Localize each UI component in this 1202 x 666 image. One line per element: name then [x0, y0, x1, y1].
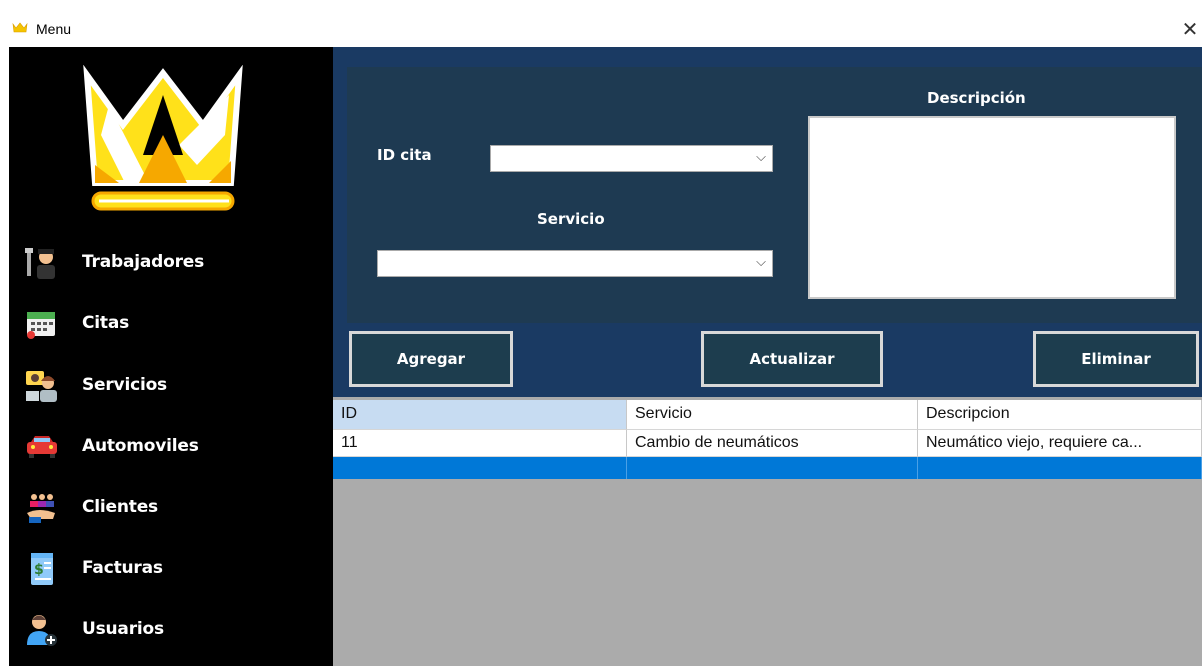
- column-header-id[interactable]: ID: [333, 400, 627, 430]
- sidebar: Trabajadores Citas Servicios Automoviles…: [9, 47, 333, 666]
- crown-logo: [83, 65, 243, 211]
- sidebar-item-trabajadores[interactable]: Trabajadores: [9, 240, 333, 290]
- id-cita-label: ID cita: [377, 146, 432, 164]
- window-title: Menu: [36, 21, 72, 37]
- column-header-servicio[interactable]: Servicio: [627, 400, 918, 430]
- app-crown-icon: [12, 22, 28, 33]
- sidebar-item-clientes[interactable]: Clientes: [9, 485, 333, 535]
- sidebar-item-label: Trabajadores: [82, 252, 205, 272]
- agregar-button[interactable]: Agregar: [349, 331, 513, 387]
- descripcion-label: Descripción: [927, 89, 1026, 107]
- table-cell-selected[interactable]: [333, 457, 627, 479]
- actualizar-button[interactable]: Actualizar: [701, 331, 883, 387]
- servicio-label: Servicio: [537, 210, 605, 228]
- chevron-down-icon: ⌵: [756, 150, 766, 165]
- sidebar-item-automoviles[interactable]: Automoviles: [9, 424, 333, 474]
- car-icon: [27, 436, 57, 458]
- servicio-combobox[interactable]: ⌵: [377, 250, 773, 277]
- table-cell[interactable]: Cambio de neumáticos: [627, 430, 918, 457]
- sidebar-item-label: Clientes: [82, 497, 158, 517]
- eliminar-button[interactable]: Eliminar: [1033, 331, 1199, 387]
- sidebar-item-usuarios[interactable]: Usuarios: [9, 607, 333, 657]
- table-cell[interactable]: Neumático viejo, requiere ca...: [918, 430, 1202, 457]
- table-cell-selected[interactable]: [918, 457, 1202, 479]
- sidebar-item-servicios[interactable]: Servicios: [9, 363, 333, 413]
- main-panel: ID cita ⌵ Servicio ⌵ Descripción Agregar…: [333, 47, 1202, 397]
- sidebar-item-citas[interactable]: Citas: [9, 301, 333, 351]
- worker-icon: [25, 248, 55, 279]
- chevron-down-icon: ⌵: [756, 255, 766, 270]
- svg-text:$: $: [34, 562, 44, 578]
- user-add-icon: [27, 615, 57, 646]
- sidebar-item-label: Facturas: [82, 558, 163, 578]
- descripcion-textarea[interactable]: [808, 116, 1176, 299]
- calendar-icon: [27, 312, 55, 339]
- data-grid[interactable]: ID Servicio Descripcion 11 Cambio de neu…: [333, 397, 1202, 666]
- sidebar-item-label: Usuarios: [82, 619, 164, 639]
- support-agent-icon: [26, 371, 57, 402]
- sidebar-item-label: Citas: [82, 313, 130, 333]
- sidebar-item-facturas[interactable]: $ Facturas: [9, 546, 333, 596]
- column-header-descripcion[interactable]: Descripcion: [918, 400, 1202, 430]
- id-cita-combobox[interactable]: ⌵: [490, 145, 773, 172]
- form-panel: ID cita ⌵ Servicio ⌵ Descripción: [347, 67, 1202, 323]
- invoice-icon: $: [31, 553, 53, 585]
- sidebar-item-label: Automoviles: [82, 436, 199, 456]
- table-cell[interactable]: 11: [333, 430, 627, 457]
- sidebar-item-label: Servicios: [82, 375, 167, 395]
- close-button[interactable]: ✕: [1178, 14, 1202, 44]
- title-bar: Menu ✕: [0, 0, 1202, 47]
- table-cell-selected[interactable]: [627, 457, 918, 479]
- clients-icon: [27, 494, 55, 523]
